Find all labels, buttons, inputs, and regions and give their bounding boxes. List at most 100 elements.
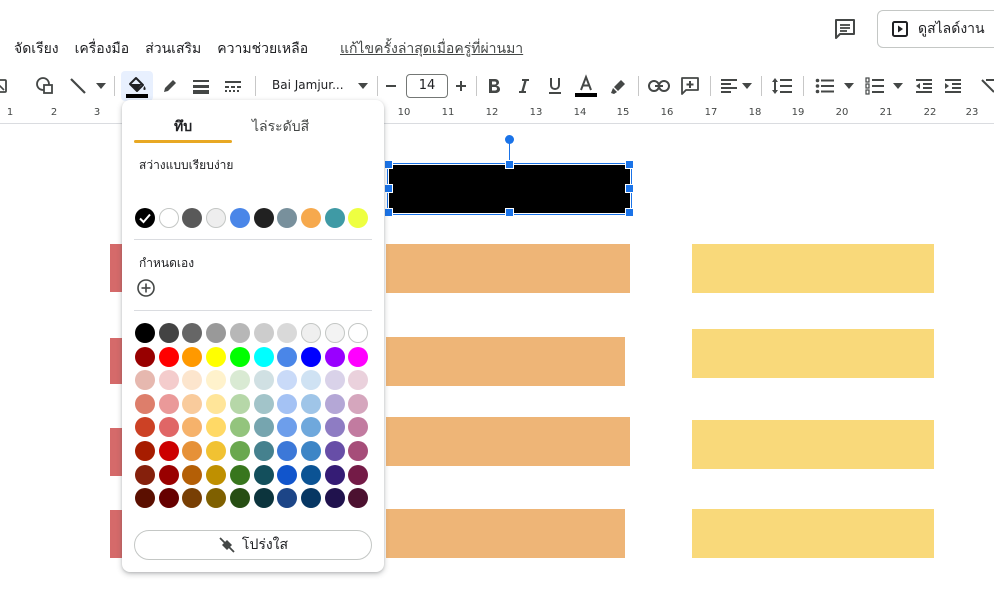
selected-black-box[interactable] [387, 163, 632, 215]
last-edit-link[interactable]: แก้ไขครั้งล่าสุดเมื่อครู่ที่ผ่านมา [340, 38, 523, 60]
theme-color-swatch[interactable] [277, 208, 298, 228]
font-size-input[interactable]: 14 [406, 74, 448, 98]
palette-color-swatch[interactable] [324, 370, 345, 391]
resize-handle-bottom-right[interactable] [625, 208, 634, 217]
palette-color-swatch[interactable] [253, 417, 274, 438]
palette-color-swatch[interactable] [300, 464, 321, 485]
add-custom-color-button[interactable] [136, 278, 156, 298]
palette-color-swatch[interactable] [300, 346, 321, 367]
bulleted-list-button[interactable] [814, 74, 836, 98]
palette-color-swatch[interactable] [348, 417, 369, 438]
palette-color-swatch[interactable] [182, 370, 203, 391]
palette-color-swatch[interactable] [158, 370, 179, 391]
palette-color-swatch[interactable] [300, 393, 321, 414]
palette-color-swatch[interactable] [158, 488, 179, 509]
menu-addons[interactable]: ส่วนเสริม [145, 38, 201, 60]
menu-arrange[interactable]: จัดเรียง [14, 38, 59, 60]
align-button[interactable] [719, 74, 739, 98]
palette-color-swatch[interactable] [253, 323, 274, 343]
line-dropdown[interactable] [94, 74, 108, 98]
bulleted-list-dropdown[interactable] [843, 74, 855, 98]
image-insert-button[interactable] [0, 74, 10, 98]
palette-color-swatch[interactable] [206, 417, 227, 438]
palette-color-swatch[interactable] [348, 346, 369, 367]
theme-color-swatch[interactable] [229, 208, 250, 228]
highlight-color-button[interactable] [608, 74, 630, 98]
resize-handle-top-left[interactable] [384, 160, 393, 169]
palette-color-swatch[interactable] [135, 323, 155, 343]
palette-color-swatch[interactable] [348, 488, 369, 509]
palette-color-swatch[interactable] [229, 441, 250, 461]
palette-color-swatch[interactable] [348, 323, 369, 343]
font-family-dropdown[interactable] [356, 74, 370, 98]
resize-handle-left[interactable] [384, 184, 393, 193]
palette-color-swatch[interactable] [277, 370, 298, 391]
palette-color-swatch[interactable] [253, 488, 274, 509]
align-dropdown[interactable] [741, 74, 753, 98]
theme-color-swatch[interactable] [300, 208, 321, 228]
palette-color-swatch[interactable] [324, 488, 345, 509]
palette-color-swatch[interactable] [135, 393, 155, 414]
palette-color-swatch[interactable] [182, 417, 203, 438]
font-family-select[interactable]: Bai Jamjur... [272, 78, 344, 92]
palette-color-swatch[interactable] [300, 417, 321, 438]
right-yellow-box[interactable] [692, 244, 934, 293]
line-spacing-button[interactable] [770, 74, 794, 98]
palette-color-swatch[interactable] [253, 346, 274, 367]
palette-color-swatch[interactable] [229, 346, 250, 367]
border-dash-button[interactable] [221, 74, 245, 98]
underline-button[interactable] [545, 74, 565, 98]
palette-color-swatch[interactable] [158, 346, 179, 367]
insert-link-button[interactable] [647, 74, 671, 98]
right-yellow-box[interactable] [692, 420, 934, 469]
border-color-button[interactable] [158, 74, 182, 98]
palette-color-swatch[interactable] [206, 323, 227, 343]
transparent-button[interactable]: โปร่งใส [134, 530, 372, 560]
right-yellow-box[interactable] [692, 509, 934, 558]
palette-color-swatch[interactable] [324, 441, 345, 461]
palette-color-swatch[interactable] [158, 441, 179, 461]
palette-color-swatch[interactable] [229, 417, 250, 438]
palette-color-swatch[interactable] [206, 441, 227, 461]
palette-color-swatch[interactable] [324, 464, 345, 485]
resize-handle-bottom[interactable] [505, 208, 514, 217]
palette-color-swatch[interactable] [324, 323, 345, 343]
palette-color-swatch[interactable] [324, 393, 345, 414]
add-comment-button[interactable] [678, 74, 702, 98]
palette-color-swatch[interactable] [277, 323, 298, 343]
text-color-button[interactable] [574, 74, 598, 98]
palette-color-swatch[interactable] [277, 464, 298, 485]
palette-color-swatch[interactable] [277, 393, 298, 414]
palette-color-swatch[interactable] [182, 346, 203, 367]
palette-color-swatch[interactable] [135, 441, 155, 461]
middle-orange-box[interactable] [386, 417, 630, 466]
comment-history-button[interactable] [830, 14, 860, 44]
italic-button[interactable] [514, 74, 534, 98]
numbered-list-dropdown[interactable] [892, 74, 904, 98]
palette-color-swatch[interactable] [182, 323, 203, 343]
palette-color-swatch[interactable] [348, 370, 369, 391]
palette-color-swatch[interactable] [300, 323, 321, 343]
theme-color-swatch[interactable] [182, 208, 203, 228]
increase-indent-button[interactable] [942, 74, 964, 98]
palette-color-swatch[interactable] [253, 393, 274, 414]
tab-solid[interactable]: ทึบ [174, 116, 192, 138]
rotation-handle[interactable] [505, 135, 514, 144]
palette-color-swatch[interactable] [348, 393, 369, 414]
palette-color-swatch[interactable] [253, 370, 274, 391]
middle-orange-box[interactable] [386, 244, 630, 293]
palette-color-swatch[interactable] [182, 488, 203, 509]
palette-color-swatch[interactable] [206, 393, 227, 414]
slideshow-button[interactable]: ดูสไลด์งาน [877, 10, 994, 48]
palette-color-swatch[interactable] [158, 393, 179, 414]
middle-orange-box[interactable] [386, 337, 625, 386]
resize-handle-right[interactable] [625, 184, 634, 193]
palette-color-swatch[interactable] [135, 370, 155, 391]
palette-color-swatch[interactable] [158, 464, 179, 485]
bold-button[interactable] [484, 74, 504, 98]
resize-handle-top[interactable] [505, 160, 514, 169]
palette-color-swatch[interactable] [135, 464, 155, 485]
palette-color-swatch[interactable] [158, 417, 179, 438]
theme-color-swatch[interactable] [253, 208, 274, 228]
theme-color-swatch[interactable] [158, 208, 179, 228]
